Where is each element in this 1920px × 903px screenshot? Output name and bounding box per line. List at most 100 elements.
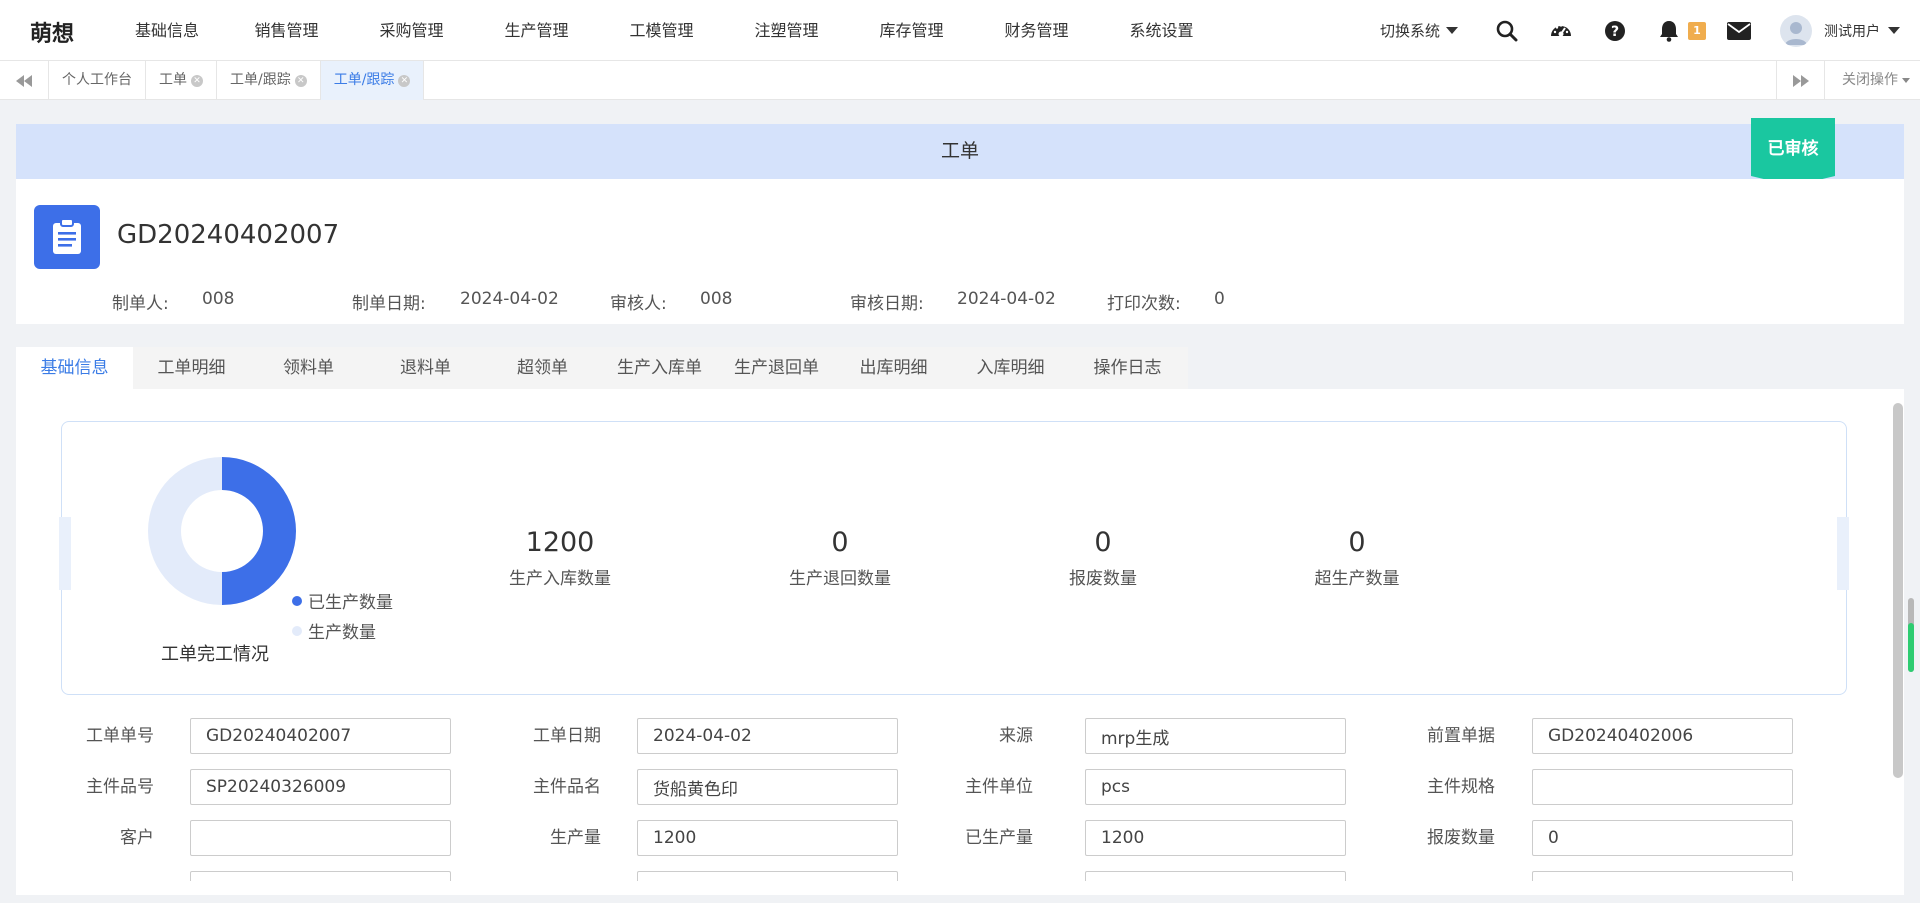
content-scrollbar[interactable]	[1893, 403, 1903, 778]
nav-right-tools: 切换系统 ? 1 测试用户	[1380, 0, 1900, 61]
tab-close-icon[interactable]: ✕	[294, 74, 307, 87]
document-title: 工单	[940, 140, 979, 162]
double-chevron-left-icon	[16, 74, 32, 87]
tab-production-return[interactable]: 生产退回单	[718, 347, 835, 389]
prior-document-field[interactable]	[1532, 718, 1793, 754]
stat-value: 0	[1094, 527, 1112, 558]
field-label: 工单日期	[533, 726, 601, 746]
tab-inbound-details[interactable]: 入库明细	[952, 347, 1069, 389]
stat-label: 生产退回数量	[789, 569, 891, 589]
clipped-field[interactable]	[1532, 871, 1793, 881]
menu-mold[interactable]: 工模管理	[599, 0, 724, 61]
search-icon[interactable]	[1490, 14, 1524, 48]
field-label: 前置单据	[1427, 726, 1495, 746]
form-row: 主件品号 主件品名 主件单位 主件规格	[0, 769, 1920, 805]
scrap-qty-field[interactable]	[1532, 820, 1793, 856]
mail-icon[interactable]	[1722, 14, 1756, 48]
menu-production[interactable]: 生产管理	[474, 0, 599, 61]
tab-close-icon[interactable]: ✕	[398, 74, 411, 87]
app-logo[interactable]: 萌想	[30, 16, 74, 48]
page-scrollbar[interactable]	[1908, 598, 1914, 672]
tab-scroll-left-button[interactable]	[0, 61, 49, 100]
legend-item-planned[interactable]: 生产数量	[292, 618, 376, 643]
tab-workbench[interactable]: 个人工作台	[49, 61, 146, 100]
menu-inventory[interactable]: 库存管理	[849, 0, 974, 61]
carousel-next-handle[interactable]	[1837, 517, 1849, 590]
tab-close-icon[interactable]: ✕	[191, 74, 203, 87]
legend-dot	[292, 595, 302, 606]
stat-label: 超生产数量	[1314, 569, 1400, 589]
menu-basic-info[interactable]: 基础信息	[110, 0, 224, 61]
field-label: 生产量	[550, 828, 601, 848]
scroll-thumb[interactable]	[1908, 623, 1914, 672]
tab-label: 工单/跟踪	[230, 72, 291, 88]
main-item-name-field[interactable]	[637, 769, 898, 805]
clipped-field[interactable]	[190, 871, 451, 881]
tab-work-order-track-active[interactable]: 工单/跟踪 ✕	[320, 61, 425, 100]
avatar[interactable]	[1780, 14, 1812, 47]
document-number: GD20240402007	[117, 220, 340, 250]
donut-slice-produced	[222, 457, 296, 605]
switch-system-dropdown[interactable]: 切换系统	[1380, 20, 1458, 41]
completion-stats-panel	[61, 421, 1847, 695]
tab-over-requisition[interactable]: 超领单	[484, 347, 601, 389]
tab-material-return[interactable]: 退料单	[367, 347, 484, 389]
review-date-value: 2024-04-02	[957, 289, 1056, 309]
clipboard-icon	[34, 205, 100, 269]
main-item-code-field[interactable]	[190, 769, 451, 805]
menu-system[interactable]: 系统设置	[1099, 0, 1224, 61]
stat-production-inbound: 1200 生产入库数量	[475, 527, 645, 589]
stat-value: 0	[1348, 527, 1366, 558]
completion-donut-chart	[148, 457, 296, 605]
produced-qty-field[interactable]	[1085, 820, 1346, 856]
field-label: 来源	[999, 726, 1033, 746]
user-menu-dropdown[interactable]: 测试用户	[1824, 21, 1900, 41]
carousel-prev-handle[interactable]	[59, 517, 71, 590]
stat-production-return: 0 生产退回数量	[755, 527, 925, 589]
close-operations-dropdown[interactable]: 关闭操作	[1842, 61, 1910, 100]
clipped-field[interactable]	[1085, 871, 1346, 881]
help-icon[interactable]: ?	[1598, 14, 1632, 48]
main-item-spec-field[interactable]	[1532, 769, 1793, 805]
field-label: 主件品名	[533, 777, 601, 797]
double-chevron-right-icon	[1792, 74, 1809, 87]
main-item-unit-field[interactable]	[1085, 769, 1346, 805]
reviewer-label: 审核人:	[610, 294, 667, 314]
tab-work-order[interactable]: 工单 ✕	[146, 61, 217, 100]
bell-icon[interactable]	[1652, 14, 1686, 48]
page-tab-bar: 个人工作台 工单 ✕ 工单/跟踪 ✕ 工单/跟踪 ✕ 关闭操作	[0, 61, 1920, 100]
tab-work-order-track[interactable]: 工单/跟踪 ✕	[217, 61, 321, 100]
legend-label: 生产数量	[308, 623, 376, 643]
menu-purchase[interactable]: 采购管理	[349, 0, 474, 61]
legend-dot	[292, 625, 302, 636]
tab-material-requisition[interactable]: 领料单	[250, 347, 367, 389]
menu-finance[interactable]: 财务管理	[974, 0, 1099, 61]
customer-field[interactable]	[190, 820, 451, 856]
top-navbar: 萌想 基础信息 销售管理 采购管理 生产管理 工模管理 注塑管理 库存管理 财务…	[0, 0, 1920, 61]
tab-production-inbound[interactable]: 生产入库单	[601, 347, 718, 389]
source-field[interactable]	[1085, 718, 1346, 754]
maker-value: 008	[202, 289, 235, 309]
tab-label: 工单	[159, 72, 187, 88]
work-order-no-field[interactable]	[190, 718, 451, 754]
menu-injection[interactable]: 注塑管理	[724, 0, 849, 61]
page-tabs: 个人工作台 工单 ✕ 工单/跟踪 ✕ 工单/跟踪 ✕	[49, 61, 425, 100]
tab-order-details[interactable]: 工单明细	[133, 347, 250, 389]
close-operations-label: 关闭操作	[1842, 72, 1898, 88]
work-order-date-field[interactable]	[637, 718, 898, 754]
tab-scroll-right-button[interactable]	[1776, 61, 1825, 100]
dashboard-icon[interactable]	[1544, 14, 1578, 48]
legend-item-produced[interactable]: 已生产数量	[292, 588, 393, 613]
form-row: 客户 生产量 已生产量 报废数量	[0, 820, 1920, 856]
tab-outbound-details[interactable]: 出库明细	[835, 347, 952, 389]
tab-operation-log[interactable]: 操作日志	[1069, 347, 1186, 389]
tab-basic-info[interactable]: 基础信息	[16, 347, 133, 389]
caret-down-icon	[1446, 27, 1458, 34]
production-qty-field[interactable]	[637, 820, 898, 856]
approved-status-badge: 已审核	[1767, 139, 1819, 159]
print-count-value: 0	[1214, 289, 1225, 309]
clipped-field[interactable]	[637, 871, 898, 881]
menu-sales[interactable]: 销售管理	[224, 0, 349, 61]
caret-down-icon	[1902, 78, 1910, 83]
make-date-value: 2024-04-02	[460, 289, 559, 309]
